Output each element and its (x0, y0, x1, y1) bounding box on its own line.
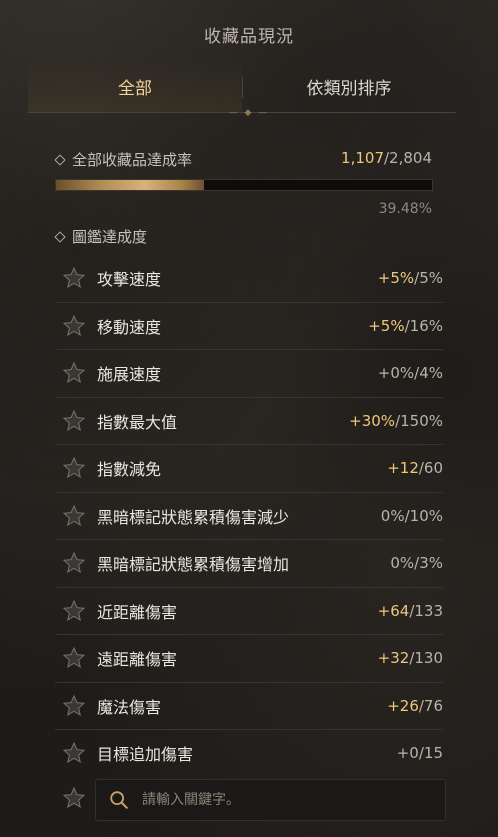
stat-row[interactable]: 指數最大值 +30%/150% (55, 398, 443, 445)
stat-label: 移動速度 (97, 317, 162, 337)
collection-total: /2,804 (384, 149, 432, 167)
stat-value: 0%/10% (381, 507, 443, 525)
collection-current: 1,107 (341, 149, 384, 167)
stat-value: +30%/150% (349, 412, 443, 430)
star-icon[interactable] (62, 266, 86, 290)
stat-value: +26/76 (387, 697, 443, 715)
codex-section: 圖鑑達成度 (54, 226, 148, 247)
stat-max: /4% (414, 364, 443, 383)
stat-max: /10% (404, 506, 443, 525)
search-input[interactable] (140, 791, 445, 809)
stat-value: +0/15 (397, 744, 443, 762)
stat-row[interactable]: 近距離傷害 +64/133 (55, 588, 443, 635)
stat-max: /60 (418, 459, 443, 478)
stat-label: 指數最大值 (97, 412, 178, 432)
stat-current: +5% (377, 269, 415, 288)
stat-current: +32 (377, 649, 410, 668)
stat-row[interactable]: 施展速度 +0%/4% (55, 350, 443, 398)
stat-row[interactable]: 移動速度 +5%/16% (55, 303, 443, 350)
stat-current: +64 (377, 601, 410, 620)
stat-value: +5%/16% (368, 317, 443, 335)
stat-value: +64/133 (378, 602, 443, 620)
collection-percent: 39.48% (378, 201, 432, 217)
star-icon[interactable] (62, 314, 86, 338)
stat-label: 施展速度 (97, 365, 162, 385)
collection-progress-fill (56, 180, 205, 190)
stat-list: 攻擊速度 +5%/5% 移動速度 +5%/16% 施展速度 +0%/4% 指數最大值 +30%… (55, 255, 443, 777)
stat-max: /76 (418, 696, 443, 715)
stat-row[interactable]: 魔法傷害 +26/76 (55, 683, 443, 730)
stat-max: /3% (414, 554, 443, 573)
star-icon[interactable] (62, 361, 86, 385)
stat-label: 近距離傷害 (97, 602, 178, 622)
collection-progress-bar (55, 179, 433, 191)
stat-current: +0 (396, 744, 419, 763)
stat-row[interactable]: 目標追加傷害 +0/15 (55, 730, 443, 777)
stat-value: +0%/4% (378, 364, 443, 382)
stat-max: /130 (409, 649, 443, 668)
star-icon[interactable] (62, 786, 86, 810)
stat-current: +12 (387, 459, 419, 478)
star-icon[interactable] (62, 694, 86, 718)
stat-value: +12/60 (387, 459, 443, 477)
stat-max: /150% (395, 411, 443, 430)
tab-ornament-icon: — ◆ — (228, 108, 270, 118)
stat-current: 0% (380, 506, 405, 525)
panel-title: 收藏品現況 (204, 27, 294, 47)
stat-current: +5% (368, 316, 405, 335)
stat-label: 指數減免 (97, 460, 162, 480)
star-icon[interactable] (62, 409, 86, 433)
stat-row[interactable]: 黑暗標記狀態累積傷害增加 0%/3% (55, 540, 443, 588)
search-box (95, 779, 446, 821)
tab-bar: 全部 依類別排序 (28, 60, 456, 113)
diamond-bullet-icon (54, 153, 66, 166)
tab-all[interactable]: 全部 (28, 60, 242, 112)
total-collection-label: 全部收藏品達成率 (72, 151, 193, 169)
stat-label: 黑暗標記狀態累積傷害減少 (97, 507, 290, 527)
stat-label: 遠距離傷害 (97, 650, 178, 670)
tab-by-category[interactable]: 依類別排序 (242, 60, 456, 112)
diamond-bullet-icon (54, 230, 66, 243)
stat-label: 目標追加傷害 (97, 745, 194, 765)
star-icon[interactable] (62, 599, 86, 623)
collection-panel: 收藏品現況 全部 依類別排序 — ◆ — 全部收藏品達成率 1,107/2,80… (0, 0, 498, 837)
stat-max: /133 (409, 601, 443, 620)
stat-max: /5% (414, 269, 443, 288)
stat-current: +30% (349, 411, 396, 430)
stat-label: 魔法傷害 (97, 697, 162, 717)
stat-max: /16% (404, 316, 443, 335)
tab-all-label: 全部 (118, 78, 152, 99)
total-collection-section: 全部收藏品達成率 (54, 149, 193, 170)
stat-row[interactable]: 攻擊速度 +5%/5% (55, 255, 443, 303)
stat-row[interactable]: 指數減免 +12/60 (55, 445, 443, 493)
stat-row[interactable]: 黑暗標記狀態累積傷害減少 0%/10% (55, 493, 443, 540)
stat-current: +26 (387, 696, 419, 715)
stat-label: 攻擊速度 (97, 270, 162, 290)
star-icon[interactable] (62, 504, 86, 528)
star-icon[interactable] (62, 646, 86, 670)
stat-label: 黑暗標記狀態累積傷害增加 (97, 555, 290, 575)
stat-value: +5%/5% (378, 269, 443, 287)
stat-current: +0% (377, 364, 415, 383)
stat-value: 0%/3% (390, 554, 443, 572)
total-collection-value: 1,107/2,804 (341, 149, 432, 167)
codex-label: 圖鑑達成度 (72, 228, 148, 246)
stat-max: /15 (418, 744, 443, 763)
stat-current: 0% (390, 554, 415, 573)
star-icon[interactable] (62, 741, 86, 765)
tab-by-category-label: 依類別排序 (306, 78, 392, 99)
stat-row[interactable]: 遠距離傷害 +32/130 (55, 635, 443, 683)
search-icon (110, 791, 128, 809)
stat-value: +32/130 (378, 649, 443, 667)
star-icon[interactable] (62, 551, 86, 575)
star-icon[interactable] (62, 456, 86, 480)
